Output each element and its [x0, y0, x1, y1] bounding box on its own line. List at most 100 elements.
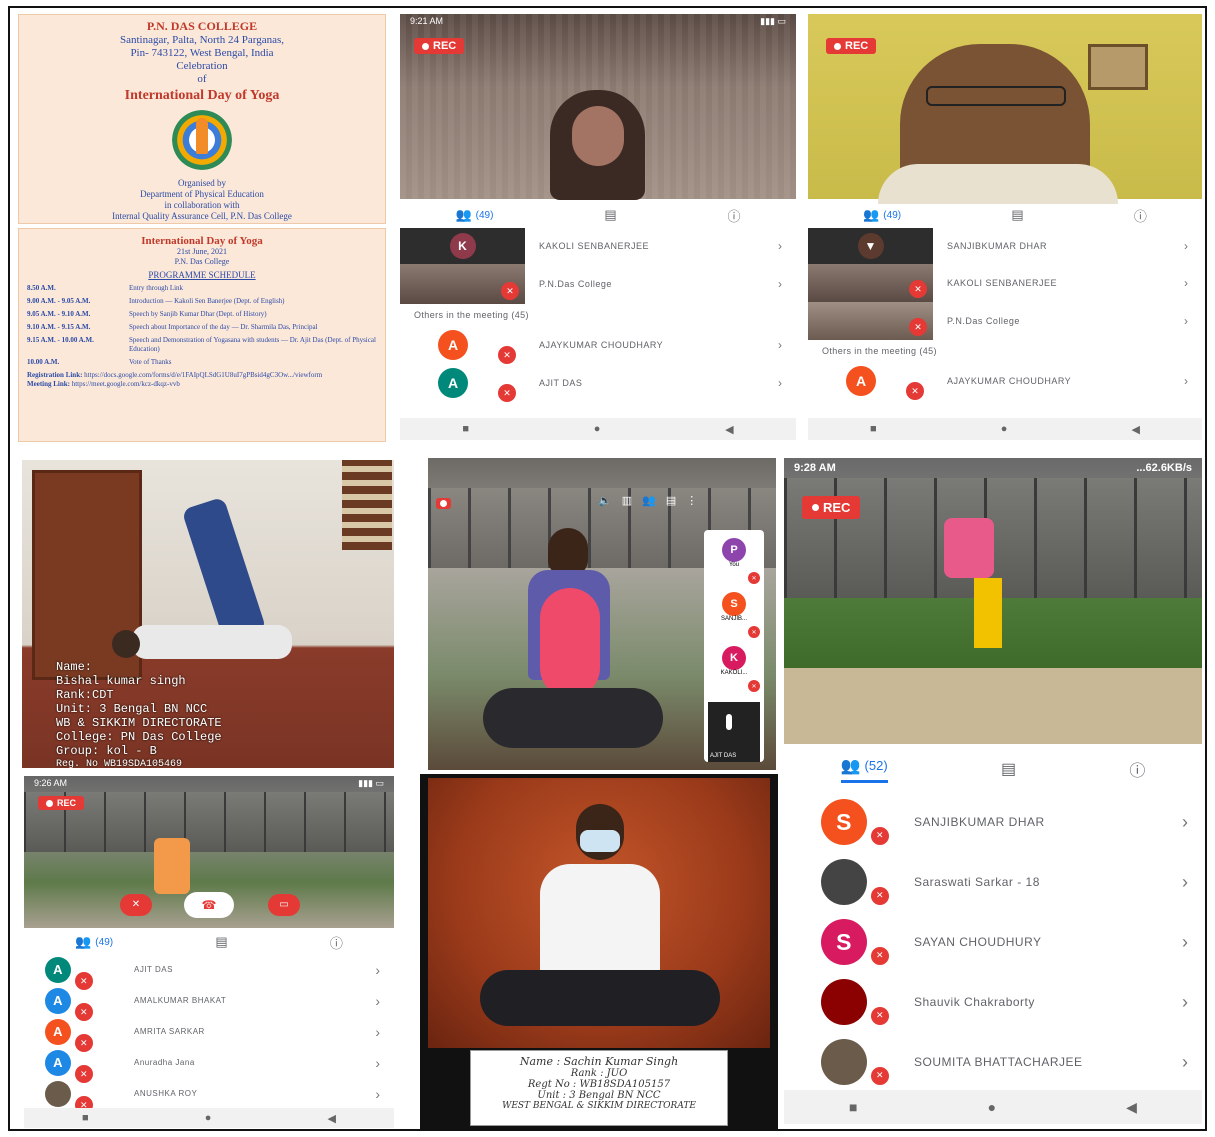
others-label: Others in the meeting (45)	[822, 346, 937, 356]
tab-chat[interactable]: ▤	[215, 934, 227, 950]
self-tile[interactable]: AJIT DAS	[708, 702, 760, 762]
schedule-row: 8.50 A.M. Entry through Link	[19, 284, 385, 293]
list-item[interactable]: A ✕ AJIT DAS ›	[24, 954, 394, 991]
rec-badge: REC	[414, 38, 465, 54]
list-item[interactable]: K KAKOLI SENBANERJEE ›	[400, 228, 796, 264]
tab-info[interactable]: ⓘ	[1129, 757, 1145, 781]
end-call-button[interactable]: ☎	[184, 892, 234, 918]
list-item[interactable]: ✕ P.N.Das College ›	[808, 302, 1202, 340]
tile[interactable]: S SANJIB... ✕	[708, 592, 760, 642]
tab-chat[interactable]: ▤	[1011, 207, 1023, 223]
schedule-desc: Introduction — Kakoli Sen Banerjee (Dept…	[129, 297, 285, 305]
chat-icon: ▤	[1011, 207, 1024, 222]
rec-badge: REC	[38, 796, 85, 810]
recents-icon[interactable]: ■	[849, 1099, 857, 1115]
list-item[interactable]: ✕ SOUMITA BHATTACHARJEE ›	[784, 1032, 1202, 1092]
chevron-right-icon: ›	[778, 338, 782, 352]
schedule-desc: Speech about Importance of the day — Dr.…	[129, 323, 318, 331]
torso	[132, 625, 292, 659]
list-item[interactable]: ✕ KAKOLI SENBANERJEE ›	[808, 264, 1202, 302]
tab-people[interactable]: 👥 (49)	[863, 207, 901, 223]
android-nav-bar: ■ ● ◀	[808, 418, 1202, 440]
mic-icon	[726, 714, 732, 730]
tab-people[interactable]: 👥 (49)	[455, 207, 493, 223]
person-shirt	[540, 864, 660, 984]
home-icon[interactable]: ●	[1001, 423, 1008, 435]
camera-off-button[interactable]: ▭	[268, 894, 300, 916]
tab-info[interactable]: ⓘ	[728, 206, 741, 225]
schedule-row: 10.00 A.M. Vote of Thanks	[19, 358, 385, 367]
people-icon: 👥	[863, 207, 880, 222]
list-item[interactable]: A ✕ AMALKUMAR BHAKAT ›	[24, 985, 394, 1022]
participants-list: K KAKOLI SENBANERJEE › ✕ P.N.Das College ›…	[400, 228, 796, 418]
video-feed: 9:26 AM ▮▮▮ ▭ REC ✕ ☎ ▭	[24, 776, 394, 928]
layout-icon[interactable]: ▥	[622, 494, 632, 507]
back-icon[interactable]: ◀	[327, 1112, 335, 1125]
chat-icon[interactable]: ▤	[666, 494, 676, 507]
list-item[interactable]: ✕ P.N.Das College ›	[400, 264, 796, 304]
list-item[interactable]: A ✕ AMRITA SARKAR ›	[24, 1016, 394, 1053]
list-item[interactable]: ✕ Saraswati Sarkar - 18 ›	[784, 852, 1202, 912]
avatar: A	[44, 1049, 71, 1076]
chevron-right-icon: ›	[1184, 314, 1188, 328]
registration-link[interactable]: https://docs.google.com/forms/d/e/1FAIpQ…	[84, 371, 322, 379]
more-icon[interactable]: ⋮	[686, 494, 697, 507]
android-nav-bar: ■ ● ◀	[400, 418, 796, 440]
yoga-photo-meditation: Name : Sachin Kumar Singh Rank : JUO Reg…	[420, 774, 778, 1130]
tab-chat[interactable]: ▤	[1001, 759, 1016, 779]
mic-off-button[interactable]: ✕	[120, 894, 152, 916]
avatar	[44, 1080, 71, 1107]
list-item[interactable]: ✕ ANUSHKA ROY ›	[24, 1078, 394, 1115]
tab-info[interactable]: ⓘ	[1134, 206, 1147, 225]
mic-off-icon: ✕	[501, 282, 519, 300]
chevron-right-icon: ›	[1182, 871, 1188, 892]
avatar: A	[44, 956, 71, 983]
speaker-icon[interactable]: 🔈	[598, 494, 612, 507]
home-icon[interactable]: ●	[594, 423, 601, 435]
person-shirt	[944, 518, 994, 578]
list-item[interactable]: ✕ Shauvik Chakraborty ›	[784, 972, 1202, 1032]
rec-badge	[436, 498, 451, 509]
mic-off-icon: ✕	[498, 384, 516, 402]
participant-name: AMALKUMAR BHAKAT	[134, 996, 227, 1005]
list-item[interactable]: A ✕ AJIT DAS ›	[400, 364, 796, 402]
home-icon[interactable]: ●	[205, 1112, 212, 1124]
wall-frame	[1088, 44, 1148, 90]
tile[interactable]: P You ✕	[708, 538, 760, 588]
list-item[interactable]: ▼ SANJIBKUMAR DHAR ›	[808, 228, 1202, 264]
list-item[interactable]: S ✕ SANJIBKUMAR DHAR ›	[784, 792, 1202, 852]
back-icon[interactable]: ◀	[1131, 423, 1139, 436]
tab-chat[interactable]: ▤	[604, 207, 616, 223]
home-icon[interactable]: ●	[988, 1099, 996, 1115]
back-icon[interactable]: ◀	[1126, 1099, 1137, 1116]
people-icon[interactable]: 👥	[642, 494, 656, 507]
tab-people[interactable]: 👥 (49)	[75, 934, 113, 950]
tab-info[interactable]: ⓘ	[330, 933, 343, 952]
back-icon[interactable]: ◀	[725, 423, 733, 436]
meeting-link[interactable]: https://meet.google.com/kcz-dkqz-vvb	[72, 380, 180, 388]
list-item[interactable]: A ✕ AJAYKUMAR CHOUDHARY ›	[400, 326, 796, 364]
list-item[interactable]: A ✕ AJAYKUMAR CHOUDHARY ›	[808, 362, 1202, 400]
schedule-time: 9.10 A.M. - 9.15 A.M.	[27, 323, 91, 331]
meet-screen-4: 9:28 AM ...62.6KB/s REC 👥 (52) ▤ ⓘ S ✕ SANJI…	[784, 458, 1202, 1124]
people-icon: 👥	[840, 757, 861, 775]
schedule-desc: Entry through Link	[129, 284, 184, 292]
recents-icon[interactable]: ■	[462, 423, 469, 435]
list-item[interactable]: A ✕ Anuradha Jana ›	[24, 1047, 394, 1084]
chat-icon: ▤	[1000, 761, 1017, 778]
recents-icon[interactable]: ■	[870, 423, 877, 435]
chat-icon: ▤	[215, 934, 228, 949]
tile[interactable]: K KAKOLI... ✕	[708, 646, 760, 696]
mic-off-icon: ✕	[870, 1006, 889, 1025]
window	[342, 460, 392, 550]
schedule-time: 9.00 A.M. - 9.05 A.M.	[27, 297, 91, 305]
list-item[interactable]: S ✕ SAYAN CHOUDHURY ›	[784, 912, 1202, 972]
recents-icon[interactable]: ■	[82, 1112, 89, 1124]
video-feed: 9:28 AM ...62.6KB/s REC	[784, 458, 1202, 744]
poster-address1: Santinagar, Palta, North 24 Parganas,	[119, 34, 285, 46]
chevron-right-icon: ›	[778, 277, 782, 291]
mic-off-icon: ✕	[748, 680, 760, 692]
tab-people[interactable]: 👥 (52)	[840, 756, 888, 783]
schedule-time: 10.00 A.M.	[27, 358, 60, 366]
chevron-right-icon: ›	[1182, 931, 1188, 952]
